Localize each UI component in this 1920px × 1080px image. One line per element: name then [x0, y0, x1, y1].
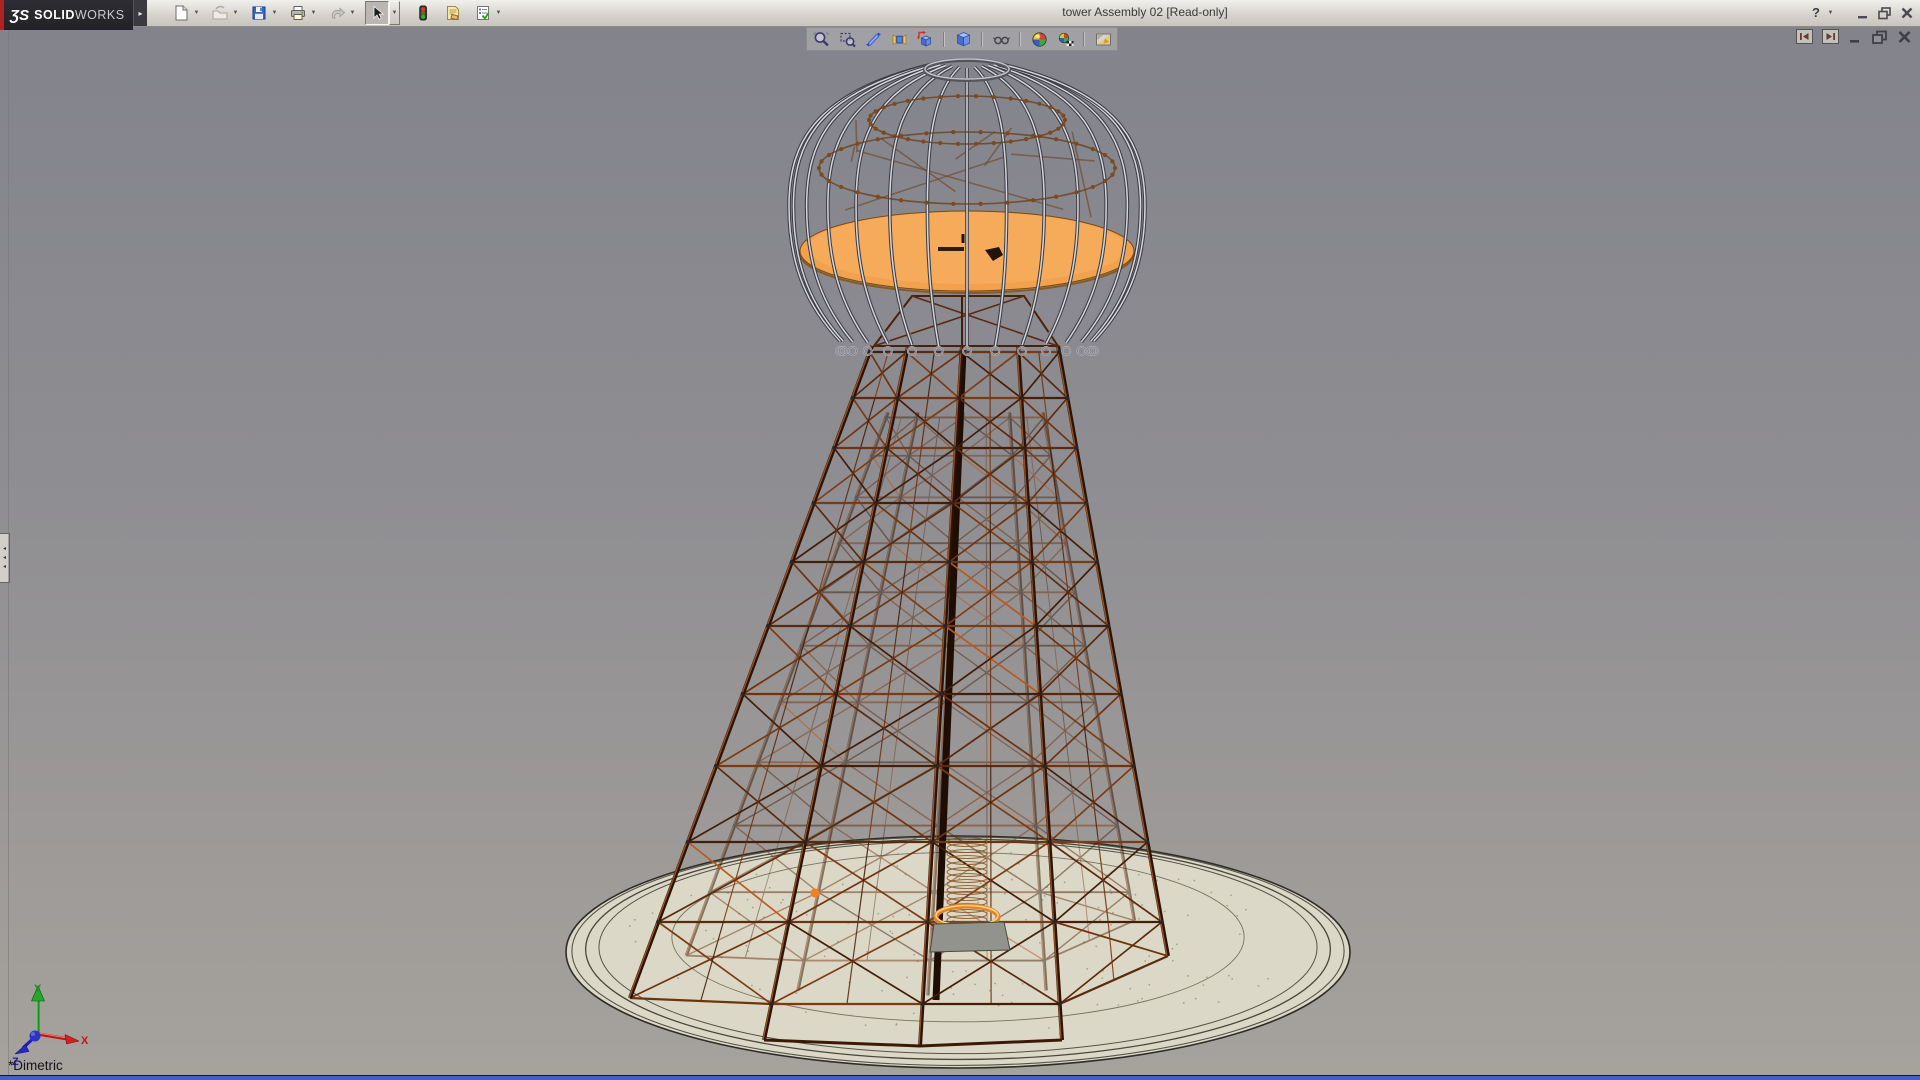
open-dropdown[interactable]: ▼: [231, 2, 240, 24]
zoom-to-fit-icon: [812, 30, 831, 49]
help-dropdown[interactable]: ▼: [1827, 2, 1834, 24]
view-orientation-button[interactable]: [915, 29, 935, 49]
document-title: tower Assembly 02 [Read-only]: [1062, 5, 1227, 19]
save-button[interactable]: [248, 2, 270, 24]
select-dropdown[interactable]: ▼: [389, 1, 400, 25]
standard-views-button[interactable]: [889, 29, 909, 49]
window-controls: ? ▼: [1812, 0, 1914, 25]
previous-document-icon: [1799, 32, 1810, 41]
new-document-dropdown[interactable]: ▼: [192, 2, 201, 24]
undo-dropdown[interactable]: ▼: [348, 2, 357, 24]
minimize-document-button[interactable]: [1848, 30, 1862, 44]
new-document-icon: [172, 4, 190, 22]
render-preview-button[interactable]: [1055, 29, 1075, 49]
standard-views-icon: [890, 30, 909, 49]
zoom-to-area-button[interactable]: [837, 29, 857, 49]
viewport-left-border: [8, 26, 9, 1076]
file-properties-icon: [444, 4, 462, 22]
view-settings-button[interactable]: [991, 29, 1011, 49]
display-style-button[interactable]: [953, 29, 973, 49]
graphics-viewport[interactable]: ◂ ◂ ◂ Y X Z: [0, 26, 1920, 1080]
close-button[interactable]: [1900, 6, 1914, 20]
realview-button[interactable]: [1029, 29, 1049, 49]
y-axis-label: Y: [34, 983, 42, 995]
document-window-controls: [1796, 29, 1912, 44]
triad-y-axis: Y: [32, 983, 45, 1034]
minimize-button[interactable]: [1856, 6, 1870, 20]
collapse-arrow-icon: ◂: [3, 546, 6, 552]
toolbar-separator: [1083, 32, 1085, 47]
undo-icon: [328, 4, 346, 22]
glasses-icon: [992, 30, 1011, 49]
scene-frame-icon: [1094, 30, 1113, 49]
view-orientation-label: *Dimetric: [8, 1058, 63, 1073]
options-dropdown[interactable]: ▼: [494, 2, 503, 24]
zoom-to-fit-button[interactable]: [811, 29, 831, 49]
save-dropdown[interactable]: ▼: [270, 2, 279, 24]
rebuild-button[interactable]: [412, 2, 434, 24]
print-icon: [289, 4, 307, 22]
next-document-button[interactable]: [1822, 29, 1839, 44]
rotate-view-icon: [864, 30, 883, 49]
logo-red-stripe: [0, 0, 4, 30]
undo-button[interactable]: [326, 2, 348, 24]
dassault-logo-icon: ƷS: [10, 7, 29, 24]
restore-document-button[interactable]: [1871, 30, 1888, 44]
menu-flyout-arrow[interactable]: ▸: [133, 0, 147, 26]
previous-document-button[interactable]: [1796, 29, 1813, 44]
collapse-arrow-icon: ◂: [3, 564, 6, 570]
brand-works: WORKS: [75, 8, 125, 22]
traffic-light-icon: [414, 4, 432, 22]
next-document-icon: [1825, 32, 1836, 41]
solidworks-menu-button[interactable]: ƷS SOLIDWORKS: [0, 0, 133, 30]
close-document-button[interactable]: [1897, 30, 1912, 44]
select-cursor-icon: [368, 4, 386, 22]
open-folder-icon: [211, 4, 229, 22]
realview-sphere-icon: [1030, 30, 1049, 49]
rotate-view-button[interactable]: [863, 29, 883, 49]
window-bottom-border: [0, 1075, 1920, 1080]
restore-button[interactable]: [1877, 6, 1893, 20]
standard-toolbar: ▼ ▼ ▼ ▼ ▼: [170, 1, 511, 25]
print-button[interactable]: [287, 2, 309, 24]
toolbar-separator: [1019, 32, 1021, 47]
checker-flag: [1066, 41, 1073, 46]
tower-assembly-model: [0, 26, 1920, 1080]
render-sphere-checker-icon: [1056, 30, 1075, 49]
x-axis-label: X: [81, 1035, 89, 1047]
solidworks-window: ƷS SOLIDWORKS ▸ ▼ ▼ ▼: [0, 0, 1920, 1080]
toolbar-separator: [981, 32, 983, 47]
triad-x-axis: X: [38, 1033, 89, 1047]
new-document-button[interactable]: [170, 2, 192, 24]
shaded-cube-icon: [954, 30, 973, 49]
help-button[interactable]: ?: [1812, 5, 1820, 20]
collapse-arrow-icon: ◂: [3, 555, 6, 561]
open-button[interactable]: [209, 2, 231, 24]
view-toolbar: [806, 27, 1118, 51]
file-properties-button[interactable]: [442, 2, 464, 24]
options-button[interactable]: [472, 2, 494, 24]
options-icon: [474, 4, 492, 22]
brand-solid: SOLID: [34, 8, 75, 22]
toolbar-separator: [943, 32, 945, 47]
print-dropdown[interactable]: ▼: [309, 2, 318, 24]
view-orientation-icon: [916, 30, 935, 49]
save-floppy-icon: [250, 4, 268, 22]
apply-scene-button[interactable]: [1093, 29, 1113, 49]
zoom-to-area-icon: [838, 30, 857, 49]
title-bar: ƷS SOLIDWORKS ▸ ▼ ▼ ▼: [0, 0, 1920, 27]
select-button[interactable]: [365, 1, 389, 25]
